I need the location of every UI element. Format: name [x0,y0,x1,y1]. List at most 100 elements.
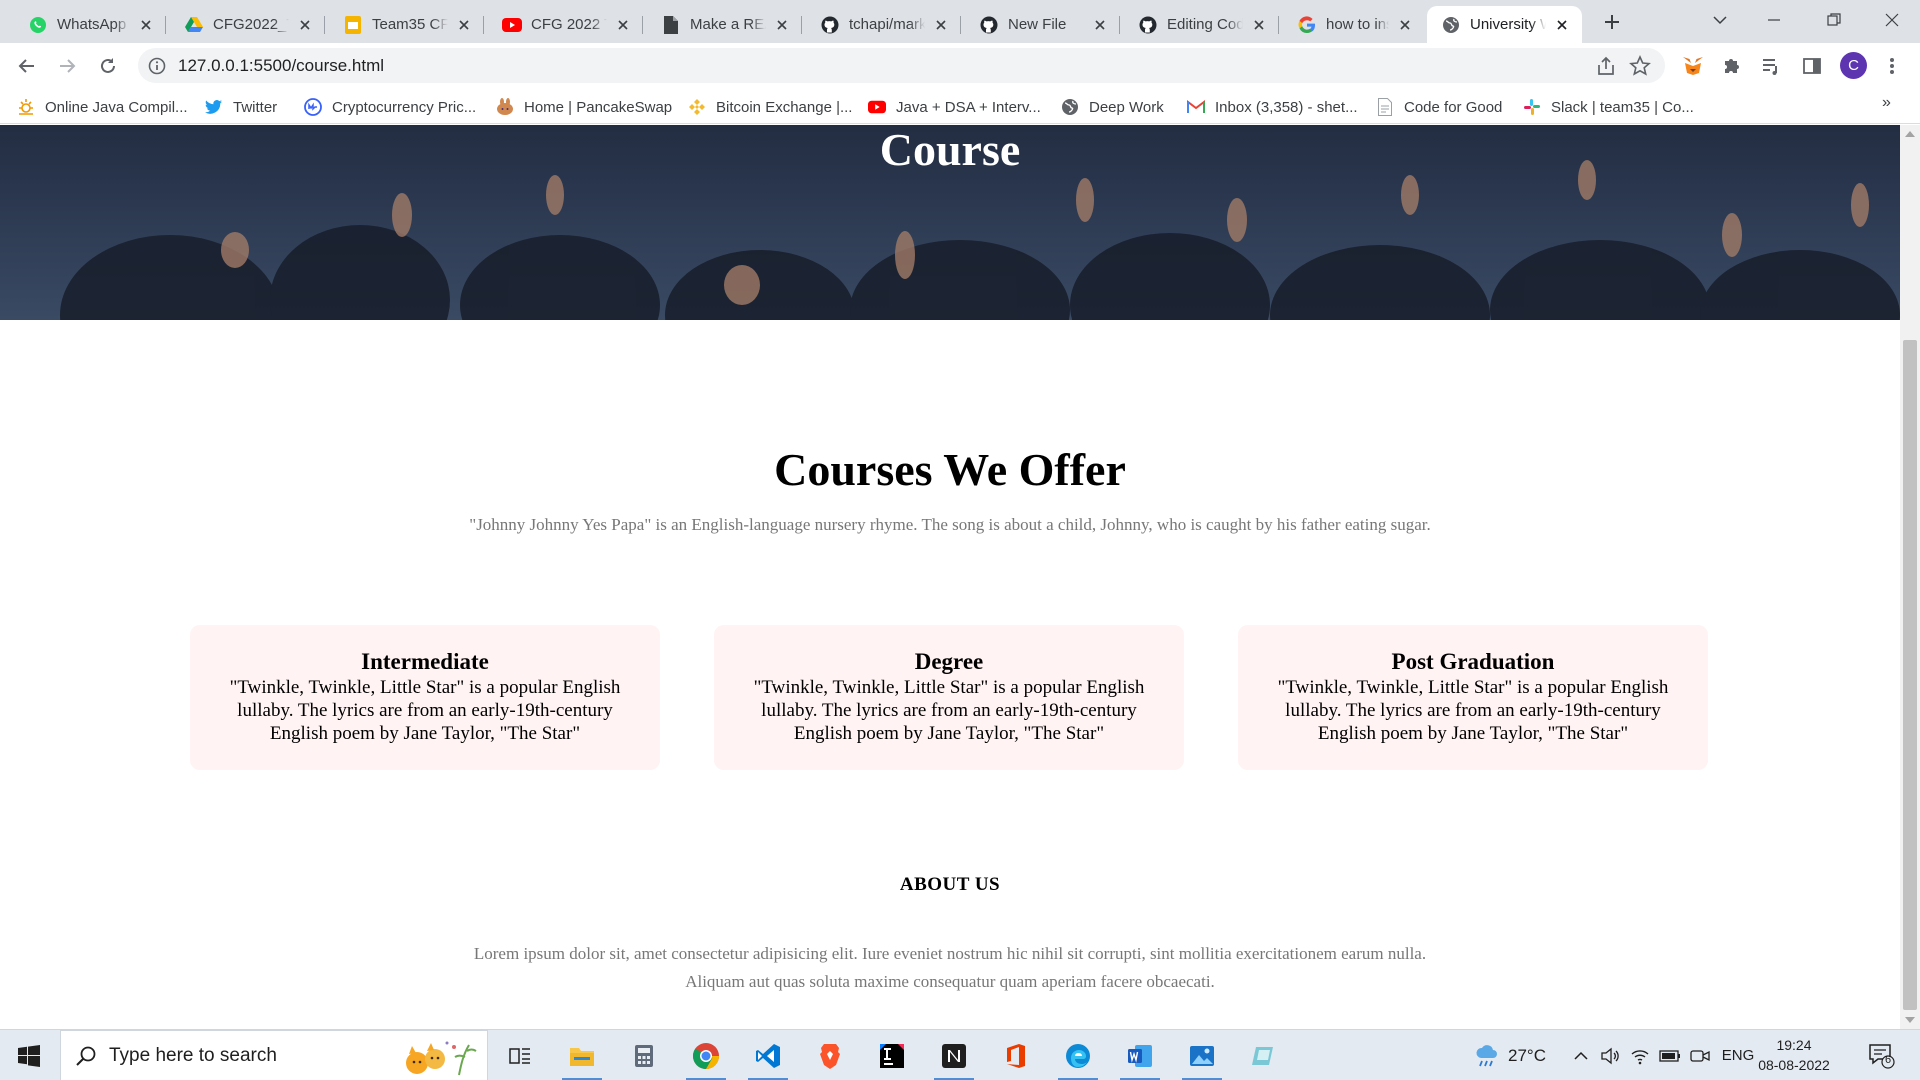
media-control-button[interactable] [1756,51,1786,81]
clock-time: 19:24 [1776,1037,1812,1053]
bookmark-label: Deep Work [1089,98,1164,116]
tab-cfg-youtube[interactable]: CFG 2022 T [488,6,643,43]
bookmark-gmail-inbox[interactable]: Inbox (3,358) - shet... [1187,96,1358,118]
tab-tchapi[interactable]: tchapi/mark [806,6,961,43]
back-button[interactable] [12,51,42,81]
tab-how-to-insert[interactable]: how to inse [1283,6,1425,43]
taskbar-notion[interactable] [928,1030,980,1080]
close-icon[interactable] [295,15,315,35]
action-center-button[interactable]: 6 [1866,1040,1896,1070]
bookmark-online-java[interactable]: Online Java Compil... [17,96,188,118]
close-icon[interactable] [613,15,633,35]
tab-university[interactable]: University W [1427,6,1582,43]
taskbar-search-box[interactable]: Type here to search [60,1030,488,1080]
battery-button[interactable] [1657,1030,1683,1080]
address-bar[interactable]: 127.0.0.1:5500/course.html [138,48,1665,83]
taskbar-file-explorer[interactable] [556,1030,608,1080]
info-icon[interactable] [148,57,166,75]
bookmark-cryptocurrency[interactable]: Cryptocurrency Pric... [304,96,476,118]
input-language-button[interactable]: ENG [1718,1030,1758,1080]
tab-title: CFG 2022 T [531,16,607,33]
whatsapp-icon [28,15,48,35]
taskbar-vscode[interactable] [742,1030,794,1080]
volume-button[interactable] [1597,1030,1623,1080]
taskbar-app[interactable] [1238,1030,1290,1080]
scrollbar-thumb[interactable] [1903,340,1917,1010]
wifi-icon [1631,1049,1649,1064]
weather-widget[interactable]: 27°C [1474,1030,1546,1080]
tab-make-readme[interactable]: Make a REA [647,6,802,43]
close-icon[interactable] [1395,15,1415,35]
app-icon [1252,1046,1273,1065]
task-view-button[interactable] [494,1030,546,1080]
metamask-extension-button[interactable] [1678,51,1708,81]
tab-editing-code[interactable]: Editing Cod [1124,6,1279,43]
forward-button[interactable] [52,51,82,81]
network-button[interactable] [1627,1030,1653,1080]
scroll-up-arrow-icon[interactable] [1905,131,1915,137]
globe-icon [1441,15,1461,35]
bookmark-java-dsa[interactable]: Java + DSA + Interv... [868,96,1041,118]
taskbar-intellij[interactable] [866,1030,918,1080]
bookmark-pancakeswap[interactable]: Home | PancakeSwap [496,96,672,118]
close-icon[interactable] [772,15,792,35]
close-window-button[interactable] [1864,0,1920,40]
bookmark-label: Twitter [233,98,278,116]
extensions-button[interactable] [1717,51,1747,81]
bookmarks-overflow-button[interactable]: » [1882,94,1891,112]
edge-icon [1066,1043,1090,1068]
page-scrollbar[interactable] [1900,125,1920,1029]
bookmark-slack[interactable]: Slack | team35 | Co... [1523,96,1694,118]
meet-now-button[interactable] [1687,1030,1713,1080]
tab-team35[interactable]: Team35 CF [329,6,484,43]
menu-button[interactable] [1877,51,1907,81]
google-icon [1297,15,1317,35]
taskbar-edge[interactable] [1052,1030,1104,1080]
tab-whatsapp[interactable]: WhatsApp [14,6,166,43]
tab-cfg2022[interactable]: CFG2022_Te [170,6,325,43]
close-icon[interactable] [1090,15,1110,35]
minimize-button[interactable] [1746,0,1802,40]
start-button[interactable] [0,1030,58,1080]
close-icon[interactable] [1249,15,1269,35]
show-hidden-icons-button[interactable] [1569,1030,1593,1080]
taskbar-word[interactable] [1114,1030,1166,1080]
reload-button[interactable] [93,51,123,81]
taskbar-brave[interactable] [804,1030,856,1080]
taskbar-chrome[interactable] [680,1030,732,1080]
scroll-down-arrow-icon[interactable] [1905,1017,1915,1023]
bookmark-bitcoin-exchange[interactable]: Bitcoin Exchange |... [688,96,852,118]
bookmark-label: Inbox (3,358) - shet... [1215,98,1358,116]
course-card-text: "Twinkle, Twinkle, Little Star" is a pop… [753,677,1145,744]
close-icon[interactable] [931,15,951,35]
bookmark-deep-work[interactable]: Deep Work [1061,96,1164,118]
slack-icon [1523,98,1541,116]
taskbar-photos[interactable] [1176,1030,1228,1080]
github-icon [979,15,999,35]
task-view-icon [509,1047,530,1064]
close-icon [1885,13,1899,27]
taskbar-clock[interactable]: 19:24 08-08-2022 [1754,1035,1834,1075]
tab-search-button[interactable] [1692,0,1748,40]
taskbar-calculator[interactable] [618,1030,670,1080]
close-icon[interactable] [136,15,156,35]
profile-avatar[interactable]: C [1840,52,1867,79]
calculator-icon [635,1044,653,1067]
side-panel-button[interactable] [1797,51,1827,81]
tab-title: New File [1008,16,1067,33]
bookmark-star-icon[interactable] [1629,55,1651,77]
bookmark-code-for-good[interactable]: Code for Good [1376,96,1502,118]
browser-toolbar: 127.0.0.1:5500/course.html C [0,43,1920,88]
bookmark-label: Java + DSA + Interv... [896,98,1041,116]
url-text[interactable]: 127.0.0.1:5500/course.html [178,48,384,83]
course-card-post-graduation: Post Graduation "Twinkle, Twinkle, Littl… [1238,625,1708,770]
bookmark-twitter[interactable]: Twitter [205,96,277,118]
new-tab-button[interactable] [1598,8,1626,36]
close-icon[interactable] [454,15,474,35]
tab-new-file[interactable]: New File [965,6,1120,43]
restore-button[interactable] [1806,0,1862,40]
taskbar-office[interactable] [990,1030,1042,1080]
close-icon[interactable] [1552,15,1572,35]
share-icon[interactable] [1595,55,1617,77]
speaker-icon [1601,1047,1619,1064]
